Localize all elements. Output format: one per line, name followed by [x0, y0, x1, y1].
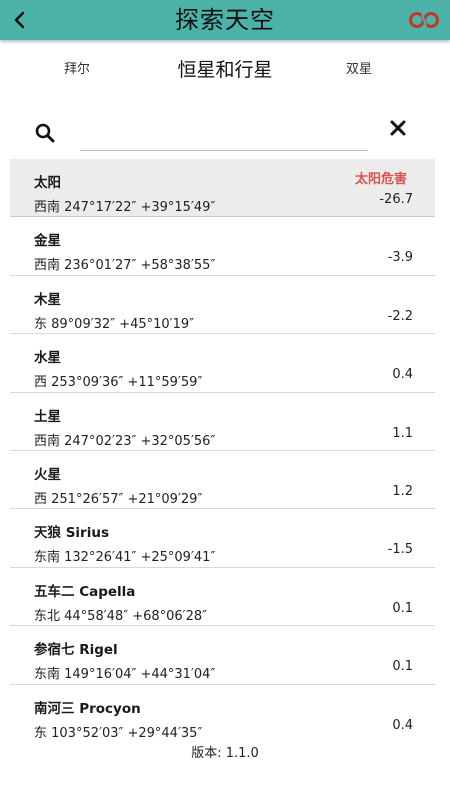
list-item[interactable]: 南河三 Procyon 东 103°52′03″ +29°44′35″ 0.4: [10, 685, 435, 739]
body-name: 火星: [34, 466, 61, 483]
body-name: 金星: [34, 233, 61, 250]
body-coordinates: 东南 149°16′04″ +44°31′04″: [34, 667, 216, 683]
body-coordinates: 东北 44°58′48″ +68°06′28″: [34, 608, 208, 624]
celestial-body-list: 太阳 太阳危害 西南 247°17′22″ +39°15′49″ -26.7 金…: [10, 159, 435, 739]
list-item-sun[interactable]: 太阳 太阳危害 西南 247°17′22″ +39°15′49″ -26.7: [10, 159, 435, 218]
body-magnitude: -2.2: [387, 308, 413, 324]
body-name: 天狼 Sirius: [34, 525, 109, 542]
list-item[interactable]: 天狼 Sirius 东南 132°26′41″ +25°09′41″ -1.5: [10, 509, 435, 568]
body-magnitude: 0.4: [392, 717, 413, 733]
body-coordinates: 东 103°52′03″ +29°44′35″: [34, 725, 203, 739]
list-item[interactable]: 参宿七 Rigel 东南 149°16′04″ +44°31′04″ 0.1: [10, 626, 435, 685]
app-bar: 探索天空: [0, 0, 450, 40]
body-name: 太阳: [34, 175, 61, 191]
body-coordinates: 东 89°09′32″ +45°10′19″: [34, 316, 195, 332]
body-magnitude: -3.9: [387, 250, 413, 266]
list-item[interactable]: 金星 西南 236°01′27″ +58°38′55″ -3.9: [10, 217, 435, 276]
body-magnitude: -1.5: [387, 542, 413, 558]
list-item[interactable]: 五车二 Capella 东北 44°58′48″ +68°06′28″ 0.1: [10, 568, 435, 627]
body-coordinates: 西南 247°02′23″ +32°05′56″: [34, 433, 216, 449]
body-magnitude: 0.1: [392, 600, 413, 616]
body-magnitude: -26.7: [379, 192, 413, 207]
tab-double-stars[interactable]: 双星: [346, 52, 372, 88]
search-icon[interactable]: [34, 122, 56, 144]
list-item[interactable]: 水星 西 253°09′36″ +11°59′59″ 0.4: [10, 334, 435, 393]
body-coordinates: 西南 247°17′22″ +39°15′49″: [34, 200, 216, 215]
sun-hazard-warning[interactable]: 太阳危害: [355, 168, 407, 187]
list-item[interactable]: 土星 西南 247°02′23″ +32°05′56″ 1.1: [10, 393, 435, 451]
body-name: 五车二 Capella: [34, 583, 136, 600]
tab-bar: 拜尔 恒星和行星 双星: [0, 52, 450, 88]
body-name: 参宿七 Rigel: [34, 642, 118, 659]
body-name: 土星: [34, 408, 61, 425]
body-coordinates: 西 253°09′36″ +11°59′59″: [34, 375, 203, 391]
body-coordinates: 西南 236°01′27″ +58°38′55″: [34, 258, 216, 274]
list-item[interactable]: 木星 东 89°09′32″ +45°10′19″ -2.2: [10, 276, 435, 335]
list-item[interactable]: 火星 西 251°26′57″ +21°09′29″ 1.2: [10, 451, 435, 510]
version-label: 版本: 1.1.0: [191, 746, 259, 761]
search-bar: [0, 112, 450, 158]
close-icon[interactable]: [388, 118, 408, 138]
chain-link-icon: [409, 12, 439, 28]
body-magnitude: 1.1: [392, 425, 413, 441]
link-button[interactable]: [406, 6, 442, 34]
body-name: 木星: [34, 291, 61, 308]
body-magnitude: 0.1: [392, 659, 413, 675]
body-name: 南河三 Procyon: [34, 700, 141, 717]
body-coordinates: 东南 132°26′41″ +25°09′41″: [34, 550, 216, 566]
body-magnitude: 1.2: [392, 483, 413, 499]
app-title: 探索天空: [175, 6, 275, 34]
tab-stars-and-planets[interactable]: 恒星和行星: [0, 52, 450, 88]
body-name: 水星: [34, 350, 61, 367]
body-coordinates: 西 251°26′57″ +21°09′29″: [34, 491, 203, 507]
search-input[interactable]: [80, 120, 368, 151]
body-magnitude: 0.4: [392, 367, 413, 383]
